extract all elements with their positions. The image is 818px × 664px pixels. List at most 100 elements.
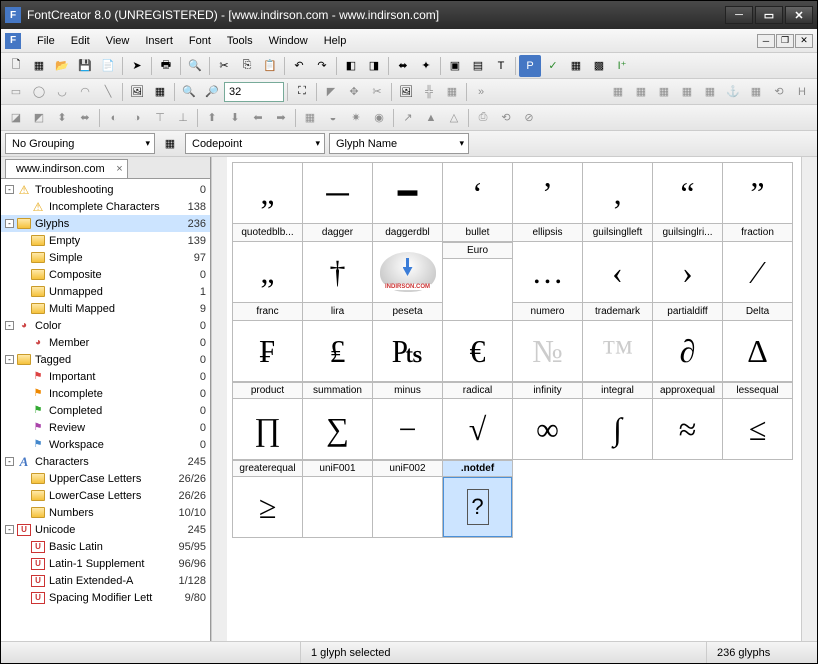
tool-9-button[interactable]: ▩: [588, 55, 610, 77]
category-tree[interactable]: -⚠Troubleshooting0⚠Incomplete Characters…: [1, 179, 210, 641]
glyph-cell[interactable]: ∑: [302, 398, 373, 460]
grouping-select[interactable]: No Grouping: [5, 133, 155, 154]
tool-5-button[interactable]: ▣: [444, 55, 466, 77]
glyph-grid-area[interactable]: „quotedblb...─dagger━daggerdbl‘bullet’el…: [227, 157, 801, 641]
glyph-cell[interactable]: ∏: [232, 398, 303, 460]
font-tab[interactable]: www.indirson.com ×: [5, 159, 128, 178]
tree-workspace[interactable]: ⚑Workspace0: [1, 436, 210, 453]
glyph-cell[interactable]: greaterequal: [232, 459, 303, 477]
menu-window[interactable]: Window: [261, 32, 316, 50]
glyph-cell[interactable]: INDIRSON.COMpeseta: [372, 241, 443, 321]
tool-1-button[interactable]: ◧: [340, 55, 362, 77]
tree-latin-extended-a[interactable]: ULatin Extended-A1/128: [1, 572, 210, 589]
tree-toggle[interactable]: -: [5, 525, 14, 534]
glyph-cell[interactable]: summation: [302, 381, 373, 399]
tree-uppercase-letters[interactable]: UpperCase Letters26/26: [1, 470, 210, 487]
redo-button[interactable]: ↷: [311, 55, 333, 77]
tool-3-button[interactable]: ⬌: [392, 55, 414, 77]
glyph-cell[interactable]: ™: [582, 320, 653, 382]
glyph-cell[interactable]: ₤: [302, 320, 373, 382]
tree-toggle[interactable]: -: [5, 219, 14, 228]
new-project-button[interactable]: ▦: [28, 55, 50, 77]
glyph-cell[interactable]: …numero: [512, 241, 583, 321]
glyph-cell[interactable]: †lira: [302, 241, 373, 321]
glyph-cell[interactable]: ∫: [582, 398, 653, 460]
menu-view[interactable]: View: [98, 32, 138, 50]
tree-important[interactable]: ⚑Important0: [1, 368, 210, 385]
tree-completed[interactable]: ⚑Completed0: [1, 402, 210, 419]
glyph-cell[interactable]: ─dagger: [302, 162, 373, 242]
save-button[interactable]: 💾: [74, 55, 96, 77]
tree-color[interactable]: -◕Color0: [1, 317, 210, 334]
color-button[interactable]: ▦: [149, 81, 171, 103]
glyph-cell[interactable]: infinity: [512, 381, 583, 399]
zoom-in-button[interactable]: 🔎: [201, 81, 223, 103]
copy-button[interactable]: ⎘: [236, 55, 258, 77]
glyph-cell[interactable]: ‘bullet: [442, 162, 513, 242]
glyph-cell[interactable]: ’ellipsis: [512, 162, 583, 242]
glyph-cell[interactable]: ∞: [512, 398, 583, 460]
tool-6-button[interactable]: ▤: [467, 55, 489, 77]
name-select[interactable]: Glyph Name: [329, 133, 469, 154]
new-button[interactable]: 🗋: [5, 55, 27, 77]
tree-basic-latin[interactable]: UBasic Latin95/95: [1, 538, 210, 555]
glyph-cell[interactable]: ≈: [652, 398, 723, 460]
print-button[interactable]: 🖶: [155, 55, 177, 77]
tool-2-button[interactable]: ◨: [363, 55, 385, 77]
find-button[interactable]: 🔍: [184, 55, 206, 77]
zoom-input[interactable]: [224, 82, 284, 102]
glyph-cell[interactable]: ”fraction: [722, 162, 793, 242]
menu-edit[interactable]: Edit: [63, 32, 98, 50]
glyph-cell[interactable]: „franc: [232, 241, 303, 321]
glyph-cell[interactable]: −: [372, 398, 443, 460]
bg-button[interactable]: 🖼: [395, 81, 417, 103]
tree-empty[interactable]: Empty139: [1, 232, 210, 249]
sort-select[interactable]: Codepoint: [185, 133, 325, 154]
glyph-scrollbar[interactable]: [801, 157, 817, 641]
glyph-cell[interactable]: “guilsinglri...: [652, 162, 723, 242]
tree-spacing-modifier-lett[interactable]: USpacing Modifier Lett9/80: [1, 589, 210, 606]
glyph-cell[interactable]: √: [442, 398, 513, 460]
export-button[interactable]: ➤: [126, 55, 148, 77]
glyph-cell[interactable]: integral: [582, 381, 653, 399]
menu-tools[interactable]: Tools: [219, 32, 261, 50]
glyph-cell[interactable]: [372, 476, 443, 538]
glyph-cell[interactable]: Δ: [722, 320, 793, 382]
tree-multi-mapped[interactable]: Multi Mapped9: [1, 300, 210, 317]
zoom-out-button[interactable]: 🔍: [178, 81, 200, 103]
glyph-cell[interactable]: ‹trademark: [582, 241, 653, 321]
image-button[interactable]: 🖼: [126, 81, 148, 103]
tree-lowercase-letters[interactable]: LowerCase Letters26/26: [1, 487, 210, 504]
tree-unicode[interactable]: -UUnicode245: [1, 521, 210, 538]
tree-toggle[interactable]: -: [5, 185, 14, 194]
glyph-cell[interactable]: lessequal: [722, 381, 793, 399]
save-all-button[interactable]: 📄: [97, 55, 119, 77]
tree-member[interactable]: ◕Member0: [1, 334, 210, 351]
glyph-cell[interactable]: approxequal: [652, 381, 723, 399]
glyph-cell[interactable]: ⁄Delta: [722, 241, 793, 321]
tree-numbers[interactable]: Numbers10/10: [1, 504, 210, 521]
tree-toggle[interactable]: -: [5, 355, 14, 364]
glyph-cell[interactable]: №: [512, 320, 583, 382]
minimize-button[interactable]: ─: [725, 6, 753, 24]
open-button[interactable]: 📂: [51, 55, 73, 77]
titlebar[interactable]: F FontCreator 8.0 (UNREGISTERED) - [www.…: [1, 1, 817, 29]
undo-button[interactable]: ↶: [288, 55, 310, 77]
menu-insert[interactable]: Insert: [137, 32, 181, 50]
menu-font[interactable]: Font: [181, 32, 219, 50]
tab-close-button[interactable]: ×: [116, 163, 122, 175]
tree-glyphs[interactable]: -Glyphs236: [1, 215, 210, 232]
tool-8-button[interactable]: ▦: [565, 55, 587, 77]
close-button[interactable]: ✕: [785, 6, 813, 24]
glyph-cell[interactable]: ?: [442, 476, 513, 538]
menu-file[interactable]: File: [29, 32, 63, 50]
glyph-cell[interactable]: [302, 476, 373, 538]
glyph-cell[interactable]: „quotedblb...: [232, 162, 303, 242]
glyph-cell[interactable]: €: [442, 320, 513, 382]
glyph-cell[interactable]: ∂: [652, 320, 723, 382]
tree-incomplete-characters[interactable]: ⚠Incomplete Characters138: [1, 198, 210, 215]
mdi-restore-button[interactable]: ❐: [776, 34, 794, 48]
preview-button[interactable]: P: [519, 55, 541, 77]
tree-review[interactable]: ⚑Review0: [1, 419, 210, 436]
glyph-cell[interactable]: ━daggerdbl: [372, 162, 443, 242]
